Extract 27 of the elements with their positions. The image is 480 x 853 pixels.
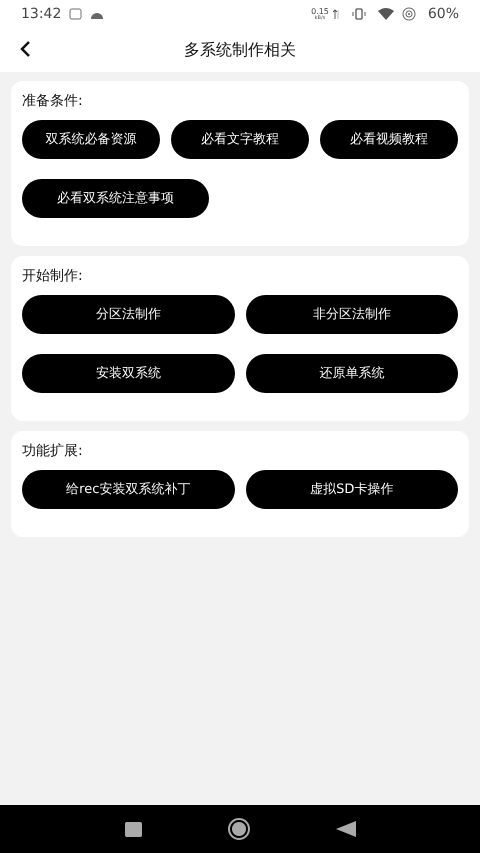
menu-button[interactable]: 双系统必备资源 [22, 120, 160, 159]
hotspot-icon [402, 7, 416, 21]
status-time: 13:42 [21, 4, 62, 24]
transfer-arrows-icon [332, 8, 340, 20]
screenshot-icon [69, 8, 82, 20]
menu-button[interactable]: 给rec安装双系统补丁 [22, 470, 234, 509]
page-title: 多系统制作相关 [184, 39, 296, 61]
triangle-icon [336, 821, 356, 837]
recents-button[interactable] [124, 822, 142, 836]
network-speed: 0.15 [311, 8, 329, 16]
battery-level: 60% [428, 4, 459, 24]
section-title: 功能扩展: [22, 442, 84, 461]
menu-button[interactable]: 分区法制作 [22, 295, 234, 334]
menu-button[interactable]: 还原单系统 [246, 354, 458, 393]
vibrate-icon [352, 8, 366, 20]
menu-button[interactable]: 必看文字教程 [171, 120, 309, 159]
menu-button[interactable]: 必看视频教程 [320, 120, 458, 159]
menu-button[interactable]: 虚拟SD卡操作 [246, 470, 458, 509]
back-nav-button[interactable] [336, 821, 356, 837]
menu-button[interactable]: 必看双系统注意事项 [22, 179, 209, 218]
menu-button[interactable]: 安装双系统 [22, 354, 234, 393]
home-button[interactable] [228, 818, 250, 840]
section-title: 开始制作: [22, 267, 84, 286]
menu-button[interactable]: 非分区法制作 [246, 295, 458, 334]
wifi-icon [378, 8, 394, 20]
section-title: 准备条件: [22, 92, 84, 111]
back-icon [19, 40, 31, 58]
